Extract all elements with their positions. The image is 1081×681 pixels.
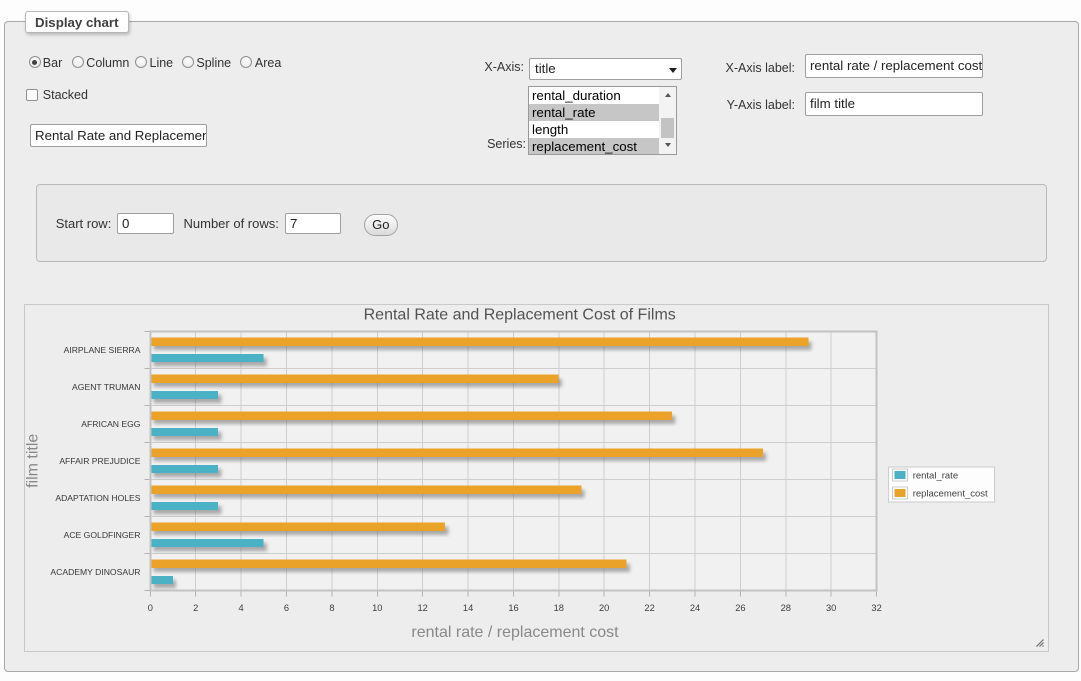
svg-text:Rental Rate and Replacement Co: Rental Rate and Replacement Cost of Film… — [364, 306, 676, 323]
svg-text:0: 0 — [148, 603, 153, 613]
svg-text:replacement_cost: replacement_cost — [913, 488, 988, 499]
svg-text:AGENT TRUMAN: AGENT TRUMAN — [72, 382, 140, 392]
svg-text:2: 2 — [193, 603, 198, 613]
svg-text:film title: film title — [25, 434, 42, 488]
svg-text:10: 10 — [372, 603, 382, 613]
svg-text:rental rate / replacement cost: rental rate / replacement cost — [411, 624, 619, 641]
svg-text:16: 16 — [508, 603, 518, 613]
svg-text:12: 12 — [418, 603, 428, 613]
svg-text:20: 20 — [599, 603, 609, 613]
svg-text:22: 22 — [644, 603, 654, 613]
svg-text:ADAPTATION HOLES: ADAPTATION HOLES — [55, 493, 140, 503]
svg-text:18: 18 — [554, 603, 564, 613]
svg-text:14: 14 — [463, 603, 473, 613]
svg-text:ACADEMY DINOSAUR: ACADEMY DINOSAUR — [50, 567, 140, 577]
svg-text:30: 30 — [826, 603, 836, 613]
svg-text:6: 6 — [284, 603, 289, 613]
svg-text:28: 28 — [781, 603, 791, 613]
svg-text:24: 24 — [690, 603, 700, 613]
svg-text:AFFAIR PREJUDICE: AFFAIR PREJUDICE — [59, 456, 140, 466]
svg-text:AIRPLANE SIERRA: AIRPLANE SIERRA — [64, 345, 141, 355]
svg-text:ACE GOLDFINGER: ACE GOLDFINGER — [64, 530, 141, 540]
svg-text:32: 32 — [871, 603, 881, 613]
svg-text:rental_rate: rental_rate — [913, 471, 958, 482]
svg-text:8: 8 — [329, 603, 334, 613]
svg-text:4: 4 — [239, 603, 244, 613]
svg-text:AFRICAN EGG: AFRICAN EGG — [81, 419, 141, 429]
svg-text:26: 26 — [735, 603, 745, 613]
